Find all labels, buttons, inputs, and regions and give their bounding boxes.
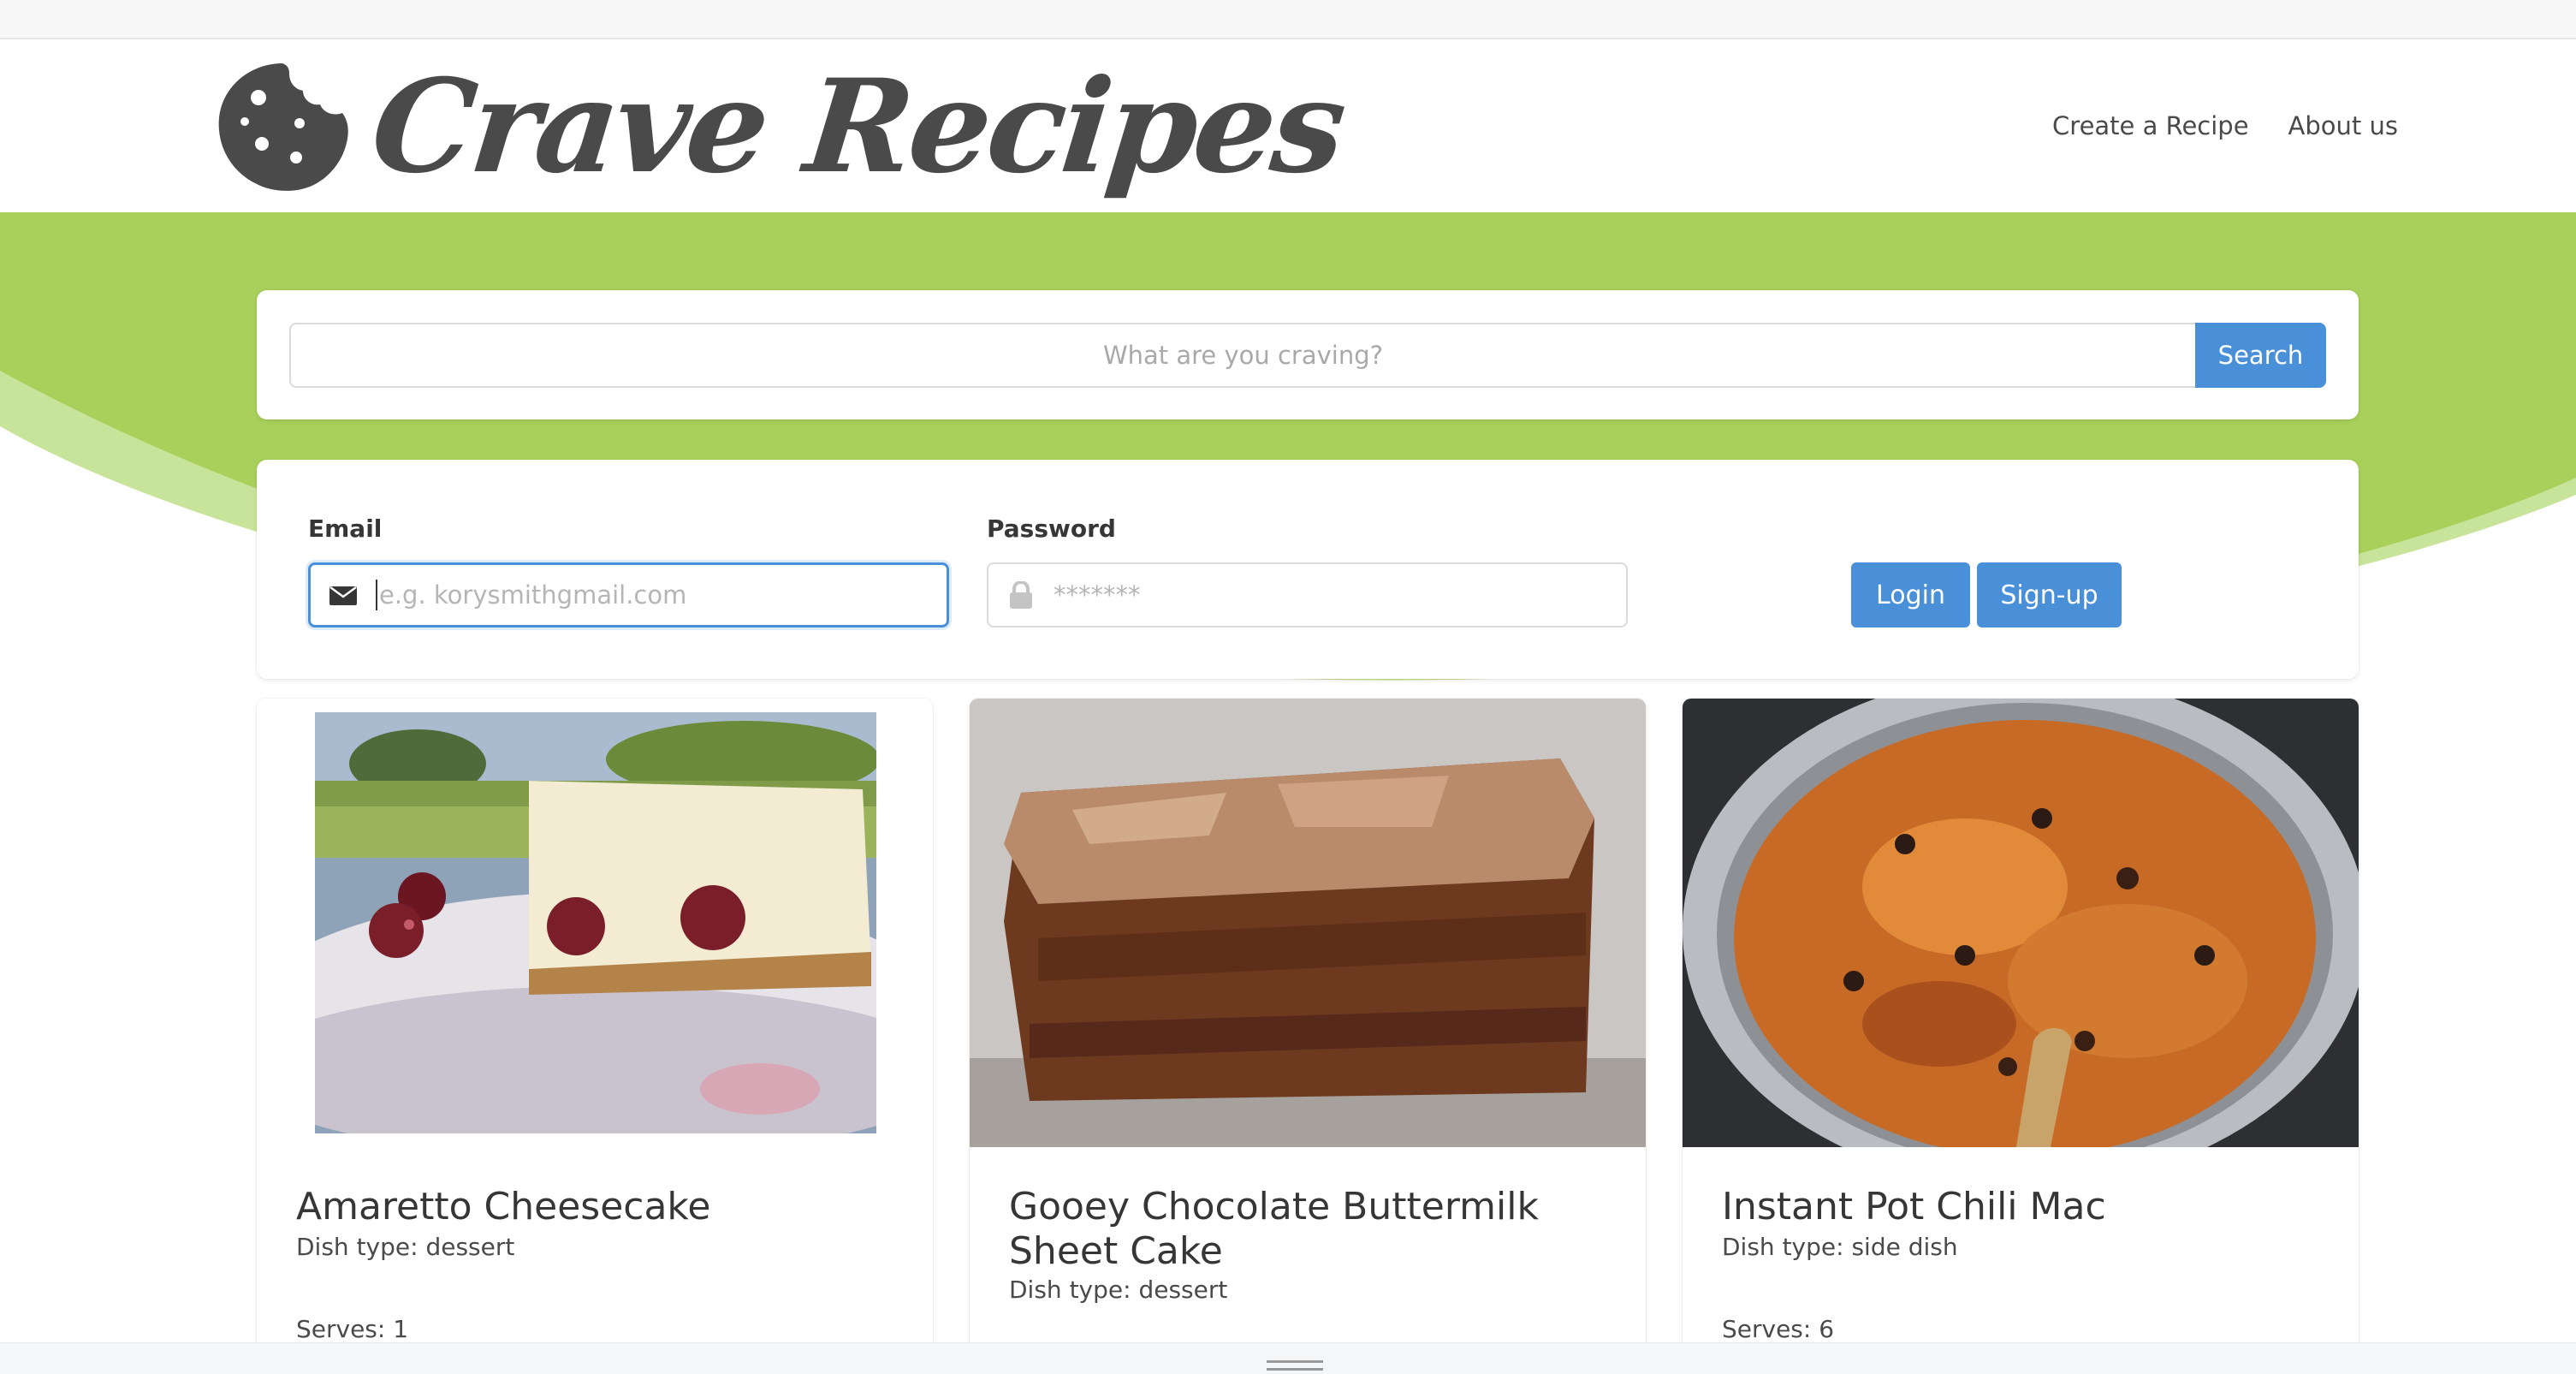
recipe-card[interactable]: Gooey Chocolate Buttermilk Sheet Cake Di… <box>970 699 1646 1374</box>
recipe-dish-type: Dish type: dessert <box>296 1233 515 1261</box>
search-button[interactable]: Search <box>2195 323 2326 388</box>
navbar: Crave Recipes Create a Recipe About us <box>0 41 2576 212</box>
brand-logo[interactable]: Crave Recipes <box>214 51 1350 202</box>
nav-links: Create a Recipe About us <box>2052 111 2398 140</box>
recipe-title[interactable]: Instant Pot Chili Mac <box>1722 1185 2321 1229</box>
envelope-icon <box>311 565 376 625</box>
signup-button[interactable]: Sign-up <box>1977 562 2122 628</box>
cookie-icon <box>218 63 348 191</box>
brand-name: Crave Recipes <box>365 51 1350 202</box>
cheesecake-photo <box>315 712 876 1133</box>
recipe-serves: Serves: 1 <box>296 1315 409 1343</box>
nav-create-recipe-link[interactable]: Create a Recipe <box>2052 111 2249 140</box>
email-field[interactable] <box>308 562 949 628</box>
bottom-drawer-bar <box>0 1342 2576 1374</box>
browser-top-strip <box>0 0 2576 39</box>
drawer-handle-icon[interactable] <box>1267 1360 1323 1371</box>
recipe-card[interactable]: Amaretto Cheesecake Dish type: dessert S… <box>257 699 933 1374</box>
recipe-dish-type: Dish type: side dish <box>1722 1233 1958 1261</box>
recipe-card[interactable]: Instant Pot Chili Mac Dish type: side di… <box>1683 699 2359 1374</box>
search-card: Search <box>257 290 2359 419</box>
recipe-title[interactable]: Gooey Chocolate Buttermilk Sheet Cake <box>1009 1185 1608 1274</box>
search-input[interactable] <box>289 323 2195 388</box>
password-label: Password <box>987 515 1116 543</box>
email-input[interactable] <box>379 565 947 625</box>
recipe-dish-type: Dish type: dessert <box>1009 1276 1228 1304</box>
lock-icon <box>988 565 1054 625</box>
recipe-title[interactable]: Amaretto Cheesecake <box>296 1185 895 1229</box>
text-caret <box>376 580 377 610</box>
sheet-cake-photo <box>970 699 1646 1147</box>
password-field[interactable] <box>987 562 1628 628</box>
nav-about-us-link[interactable]: About us <box>2288 111 2398 140</box>
password-input[interactable] <box>1054 564 1626 626</box>
login-card: Email Password Login Sign-up <box>257 460 2359 679</box>
login-button[interactable]: Login <box>1851 562 1970 628</box>
email-label: Email <box>308 515 383 543</box>
recipe-serves: Serves: 6 <box>1722 1315 1835 1343</box>
chili-mac-photo <box>1683 699 2359 1147</box>
